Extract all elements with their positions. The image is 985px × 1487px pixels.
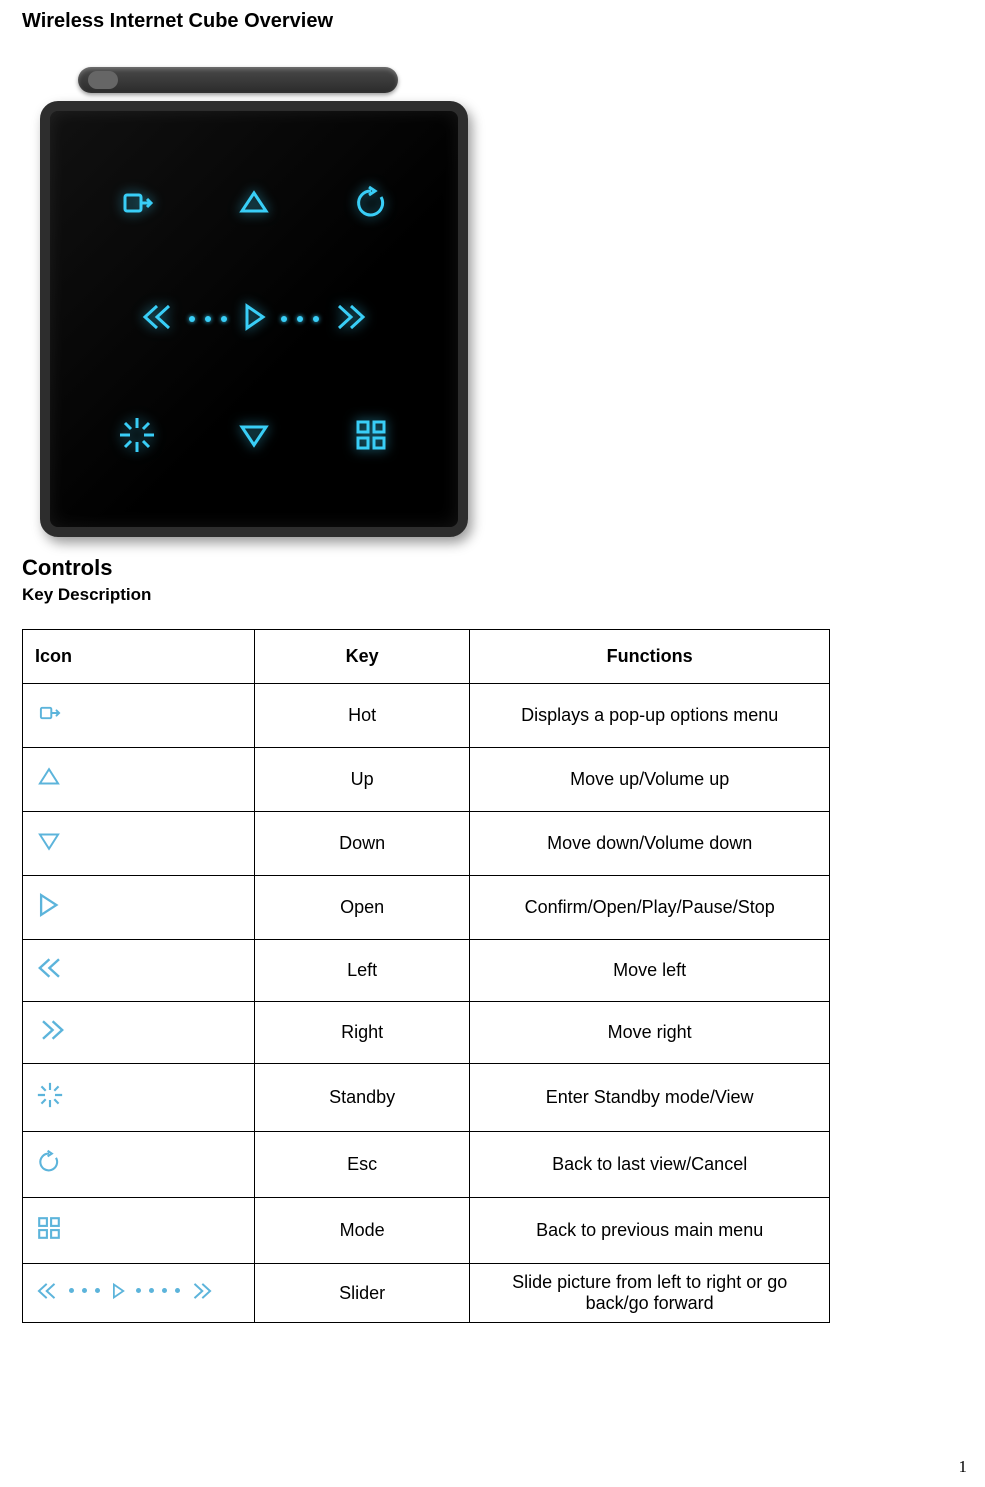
fn-cell: Confirm/Open/Play/Pause/Stop [470,876,830,940]
fn-cell: Displays a pop-up options menu [470,684,830,748]
key-cell: Mode [254,1198,469,1264]
col-fn: Functions [470,630,830,684]
fn-cell: Move right [470,1002,830,1064]
controls-heading: Controls [22,555,963,581]
open-icon [237,300,271,339]
mode-icon [35,1214,63,1242]
key-cell: Slider [254,1264,469,1323]
table-row: Up Move up/Volume up [23,748,830,812]
fn-cell: Back to last view/Cancel [470,1132,830,1198]
table-row: Mode Back to previous main menu [23,1198,830,1264]
key-cell: Esc [254,1132,469,1198]
table-header-row: Icon Key Functions [23,630,830,684]
page-title: Wireless Internet Cube Overview [22,10,963,33]
table-row: Standby Enter Standby mode/View [23,1064,830,1132]
mode-icon [326,400,416,470]
down-icon [35,828,63,854]
fn-cell: Slide picture from left to right or go b… [470,1264,830,1323]
up-icon [209,168,299,238]
up-icon [35,764,63,790]
key-description-heading: Key Description [22,585,963,605]
table-row: Left Move left [23,940,830,1002]
down-icon [209,400,299,470]
table-row: Down Move down/Volume down [23,812,830,876]
fn-cell: Enter Standby mode/View [470,1064,830,1132]
fn-cell: Move left [470,940,830,1002]
esc-icon [326,168,416,238]
right-icon [35,1018,67,1042]
left-icon [139,302,179,337]
table-row: Hot Displays a pop-up options menu [23,684,830,748]
esc-icon [35,1148,63,1176]
table-row: Esc Back to last view/Cancel [23,1132,830,1198]
page-number: 1 [959,1457,968,1477]
key-cell: Right [254,1002,469,1064]
table-row: Open Confirm/Open/Play/Pause/Stop [23,876,830,940]
key-cell: Open [254,876,469,940]
open-icon [35,892,61,918]
col-icon: Icon [23,630,255,684]
fn-cell: Back to previous main menu [470,1198,830,1264]
standby-icon [35,1080,65,1110]
hot-icon [35,700,65,726]
hot-icon [92,168,182,238]
fn-cell: Move down/Volume down [470,812,830,876]
table-row: Slider Slide picture from left to right … [23,1264,830,1323]
device-image [40,61,470,541]
key-description-table: Icon Key Functions Hot Displays a pop-up… [22,629,830,1323]
fn-cell: Move up/Volume up [470,748,830,812]
key-cell: Hot [254,684,469,748]
device-antenna [78,67,398,93]
key-cell: Standby [254,1064,469,1132]
col-key: Key [254,630,469,684]
table-row: Right Move right [23,1002,830,1064]
slider-icon [35,1281,214,1301]
device-body [40,101,468,537]
key-cell: Left [254,940,469,1002]
key-cell: Down [254,812,469,876]
right-icon [329,302,369,337]
left-icon [35,956,67,980]
key-cell: Up [254,748,469,812]
standby-icon [92,400,182,470]
